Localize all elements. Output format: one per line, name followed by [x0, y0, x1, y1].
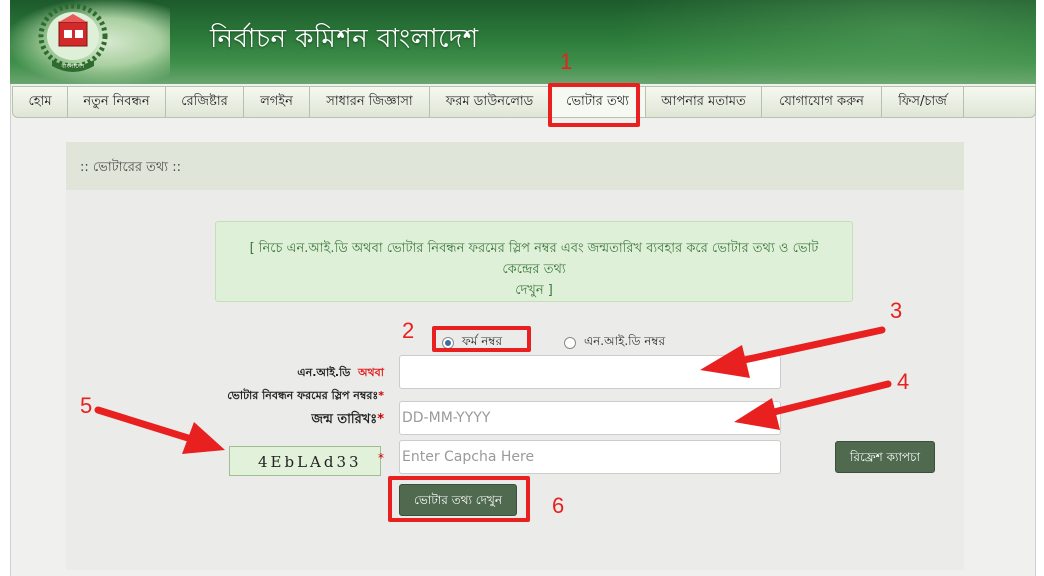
- panel-header: :: ভোটারের তথ্য ::: [66, 142, 964, 190]
- site-header: বাংলাদেশ নির্বাচন কমিশন বাংলাদেশ: [10, 0, 1036, 84]
- radio-button[interactable]: [564, 337, 576, 349]
- annotation-number-1: 1: [560, 49, 573, 74]
- nav-item-feedback[interactable]: আপনার মতামত: [646, 87, 762, 117]
- dob-input[interactable]: DD-MM-YYYY: [399, 401, 781, 435]
- svg-text:বাংলাদেশ: বাংলাদেশ: [61, 63, 85, 70]
- captcha-image: 4EbLAd33: [229, 446, 381, 476]
- annotation-number-5: 5: [80, 393, 93, 418]
- captcha-required-mark: *: [378, 451, 384, 465]
- id-field-label: এন.আই.ডি অথবা ভোটার নিবন্ধন ফরমের স্লিপ …: [227, 366, 384, 402]
- main-navbar: হোম নতুন নিবন্ধন রেজিষ্টার লগইন সাধারন জ…: [12, 86, 1036, 118]
- highlight-box-submit: [388, 476, 530, 522]
- annotation-number-4: 4: [897, 369, 910, 394]
- annotation-number-2: 2: [402, 318, 415, 343]
- nav-item-faq[interactable]: সাধারন জিজ্ঞাসা: [310, 87, 430, 117]
- info-alert: [ নিচে এন.আই.ডি অথবা ভোটার নিবন্ধন ফরমের…: [215, 221, 853, 302]
- captcha-input[interactable]: Enter Capcha Here: [399, 440, 781, 474]
- annotation-number-6: 6: [552, 493, 565, 518]
- nav-item-fees[interactable]: ফিস/চার্জ: [882, 87, 964, 117]
- nav-item-login[interactable]: লগইন: [244, 87, 310, 117]
- refresh-captcha-button[interactable]: রিফ্রেশ ক্যাপচা: [835, 441, 935, 473]
- election-commission-logo: বাংলাদেশ: [38, 3, 108, 72]
- nav-item-register[interactable]: রেজিষ্টার: [166, 87, 244, 117]
- site-title: নির্বাচন কমিশন বাংলাদেশ: [210, 24, 479, 54]
- nav-item-contact[interactable]: যোগাযোগ করুন: [762, 87, 882, 117]
- panel-title: :: ভোটারের তথ্য ::: [80, 160, 181, 175]
- nav-item-form-download[interactable]: ফরম ডাউনলোড: [430, 87, 550, 117]
- nav-item-new-registration[interactable]: নতুন নিবন্ধন: [68, 87, 166, 117]
- radio-nid-number-label: এন.আই.ডি নম্বর: [584, 334, 666, 348]
- annotation-number-3: 3: [890, 298, 903, 323]
- radio-nid-number[interactable]: এন.আই.ডি নম্বর: [564, 333, 665, 353]
- dob-label: জন্ম তারিখঃ*: [311, 412, 384, 427]
- id-number-input[interactable]: [399, 355, 781, 389]
- highlight-box-form-number: [432, 326, 531, 352]
- highlight-box-voter-info: [548, 83, 640, 127]
- info-text: [ নিচে এন.আই.ডি অথবা ভোটার নিবন্ধন ফরমের…: [249, 241, 819, 298]
- nav-item-home[interactable]: হোম: [13, 87, 68, 117]
